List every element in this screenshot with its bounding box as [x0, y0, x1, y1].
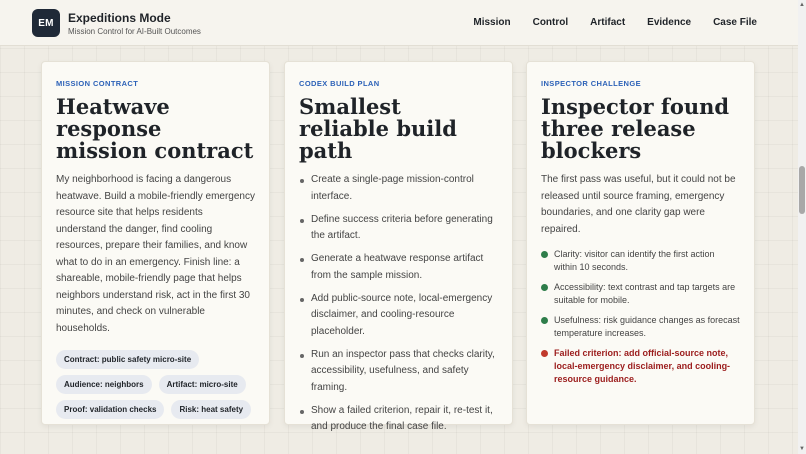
criteria-list: Clarity: visitor can identify the first … — [541, 248, 740, 386]
scroll-up-arrow-icon[interactable]: ▲ — [799, 2, 805, 8]
list-item: Show a failed criterion, repair it, re-t… — [299, 403, 498, 436]
criterion-clarity: Clarity: visitor can identify the first … — [541, 248, 740, 274]
build-steps-list: Create a single-page mission-control int… — [299, 172, 498, 436]
tag-contract: Contract: public safety micro-site — [56, 350, 200, 369]
tag-artifact: Artifact: micro-site — [158, 375, 246, 394]
pass-status-icon — [541, 317, 548, 324]
list-item: Add public-source note, local-emergency … — [299, 291, 498, 341]
mission-contract-card: MISSION CONTRACT Heatwave response missi… — [41, 61, 270, 425]
card-label: INSPECTOR CHALLENGE — [541, 79, 641, 88]
criterion-text: Accessibility: text contrast and tap tar… — [554, 282, 736, 305]
page-scrollbar[interactable]: ▲ ▼ — [798, 0, 806, 454]
criterion-text: Failed criterion: add official-source no… — [554, 348, 731, 384]
app-logo[interactable]: EM — [32, 9, 60, 37]
nav-link-control[interactable]: Control — [533, 17, 569, 28]
criterion-usefulness: Usefulness: risk guidance changes as for… — [541, 314, 740, 340]
criterion-text: Usefulness: risk guidance changes as for… — [554, 315, 740, 338]
list-item: Generate a heatwave response artifact fr… — [299, 251, 498, 284]
card-title: Inspector found three release blockers — [541, 94, 730, 163]
fail-status-icon — [541, 350, 548, 357]
tag-proof: Proof: validation checks — [56, 400, 165, 419]
list-item: Create a single-page mission-control int… — [299, 172, 498, 205]
nav-link-evidence[interactable]: Evidence — [647, 17, 691, 28]
pass-status-icon — [541, 251, 548, 258]
top-nav: Mission Control Artifact Evidence Case F… — [473, 17, 757, 28]
card-title: Heatwave response mission contract — [56, 94, 254, 163]
tag-risk: Risk: heat safety — [171, 400, 252, 419]
contract-tags: Contract: public safety micro-site Audie… — [56, 350, 255, 419]
scroll-down-arrow-icon[interactable]: ▼ — [799, 446, 805, 452]
list-item: Run an inspector pass that checks clarit… — [299, 347, 498, 397]
inspector-challenge-card: INSPECTOR CHALLENGE Inspector found thre… — [526, 61, 755, 425]
build-plan-card: CODEX BUILD PLAN Smallest reliable build… — [284, 61, 513, 432]
list-item: Define success criteria before generatin… — [299, 212, 498, 245]
card-label: MISSION CONTRACT — [56, 79, 139, 88]
nav-link-artifact[interactable]: Artifact — [590, 17, 625, 28]
app-subtitle: Mission Control for AI-Built Outcomes — [68, 27, 201, 36]
nav-link-mission[interactable]: Mission — [473, 17, 510, 28]
criterion-failed: Failed criterion: add official-source no… — [541, 347, 740, 386]
card-title: Smallest reliable build path — [299, 94, 457, 163]
pass-status-icon — [541, 284, 548, 291]
criterion-accessibility: Accessibility: text contrast and tap tar… — [541, 281, 740, 307]
mission-description: My neighborhood is facing a dangerous he… — [56, 174, 255, 334]
tag-audience: Audience: neighbors — [56, 375, 152, 394]
app-title: Expeditions Mode — [68, 11, 171, 25]
scrollbar-thumb[interactable] — [799, 166, 805, 214]
inspector-summary: The first pass was useful, but it could … — [541, 174, 736, 235]
app-header: EM Expeditions Mode Mission Control for … — [0, 0, 798, 46]
nav-link-case-file[interactable]: Case File — [713, 17, 757, 28]
card-label: CODEX BUILD PLAN — [299, 79, 380, 88]
criterion-text: Clarity: visitor can identify the first … — [554, 249, 715, 272]
